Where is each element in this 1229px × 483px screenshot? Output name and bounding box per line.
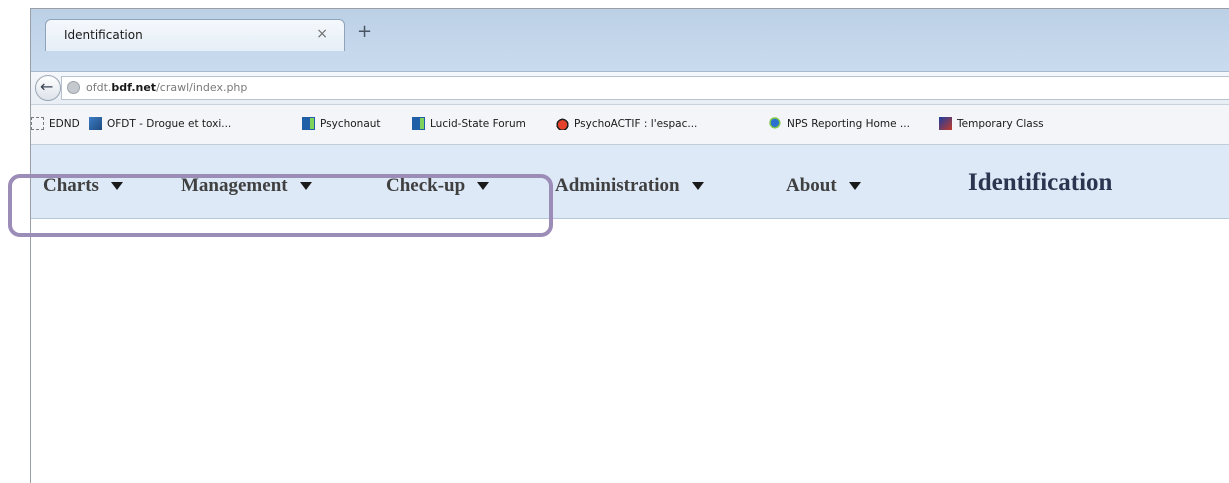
menu-label: Administration — [555, 175, 680, 196]
bookmark-label: NPS Reporting Home ... — [787, 117, 910, 130]
menu-label: Management — [181, 175, 288, 196]
bookmarks-bar: EDND OFDT - Drogue et toxi... Psychonaut… — [31, 105, 1229, 145]
globe-icon — [67, 81, 80, 94]
navigation-bar: ← ofdt.bdf.net/crawl/index.php — [31, 71, 1229, 105]
tab-strip: Identification × + — [31, 9, 1229, 71]
ofdt-icon — [89, 117, 102, 130]
browser-window: Identification × + ← ofdt.bdf.net/crawl/… — [30, 8, 1229, 483]
url-domain: bdf.net — [111, 81, 157, 94]
menu-charts[interactable]: Charts — [43, 175, 123, 197]
page-title: Identification — [968, 169, 1113, 196]
page-content — [31, 219, 1229, 483]
back-button[interactable]: ← — [35, 75, 61, 101]
bookmark-label: OFDT - Drogue et toxi... — [107, 117, 232, 130]
bookmark-edndl[interactable]: EDND — [31, 117, 80, 130]
bookmark-ofdt[interactable]: OFDT - Drogue et toxi... — [89, 117, 231, 130]
bookmark-nps[interactable]: NPS Reporting Home ... — [769, 117, 910, 130]
address-bar[interactable]: ofdt.bdf.net/crawl/index.php — [61, 76, 1229, 100]
url-prefix: ofdt. — [86, 81, 112, 94]
bookmark-label: EDND — [49, 117, 80, 130]
site-menu-bar: Charts Management Check-up Administratio… — [31, 145, 1229, 219]
url-text: ofdt.bdf.net/crawl/index.php — [86, 81, 247, 94]
tab-title: Identification — [64, 28, 143, 42]
nps-icon — [769, 117, 782, 130]
dropdown-caret-icon — [299, 182, 312, 190]
bookmark-psychoactif[interactable]: PsychoACTIF : l'espac... — [556, 117, 697, 130]
bookmark-label: Psychonaut — [320, 117, 381, 130]
psychoactif-icon — [556, 117, 569, 130]
url-path: /crawl/index.php — [156, 81, 248, 94]
dropdown-caret-icon — [110, 182, 123, 190]
dropdown-caret-icon — [848, 182, 861, 190]
blank-page-icon — [31, 117, 44, 130]
bookmark-lucid-state[interactable]: Lucid-State Forum — [412, 117, 526, 130]
lucid-state-icon — [412, 117, 425, 130]
menu-label: Charts — [43, 175, 99, 196]
psychonaut-icon — [302, 117, 315, 130]
bookmark-temporary-class[interactable]: Temporary Class — [939, 117, 1044, 130]
menu-management[interactable]: Management — [181, 175, 312, 197]
bookmark-label: Lucid-State Forum — [430, 117, 526, 130]
menu-check-up[interactable]: Check-up — [386, 175, 490, 197]
dropdown-caret-icon — [477, 182, 490, 190]
new-tab-icon[interactable]: + — [357, 23, 372, 41]
dropdown-caret-icon — [691, 182, 704, 190]
menu-label: Check-up — [386, 175, 466, 196]
menu-label: About — [786, 175, 837, 196]
menu-administration[interactable]: Administration — [555, 175, 704, 197]
back-arrow-icon: ← — [40, 77, 54, 96]
browser-tab[interactable]: Identification × — [45, 19, 345, 51]
bookmark-label: Temporary Class — [957, 117, 1044, 130]
temporary-class-icon — [939, 117, 952, 130]
menu-about[interactable]: About — [786, 175, 861, 197]
bookmark-label: PsychoACTIF : l'espac... — [574, 117, 698, 130]
close-tab-icon[interactable]: × — [316, 26, 328, 42]
bookmark-psychonaut[interactable]: Psychonaut — [302, 117, 381, 130]
